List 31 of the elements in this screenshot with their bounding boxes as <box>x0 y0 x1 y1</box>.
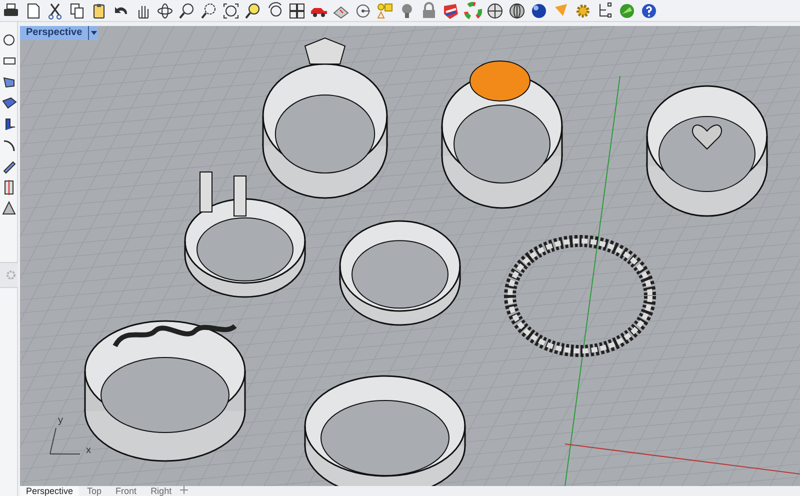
sphere-icon[interactable] <box>530 2 548 20</box>
copy-icon[interactable] <box>68 2 86 20</box>
sphere-icon[interactable] <box>508 2 526 20</box>
surface-icon[interactable] <box>0 95 16 111</box>
rotate-icon[interactable] <box>156 2 174 20</box>
grid-icon[interactable] <box>288 2 306 20</box>
add-tab-icon[interactable] <box>180 486 188 494</box>
zoom-icon[interactable] <box>244 2 262 20</box>
zoom-icon[interactable] <box>200 2 218 20</box>
axis-label: x <box>86 446 91 456</box>
sphere-icon[interactable] <box>486 2 504 20</box>
shapes-icon[interactable] <box>376 2 394 20</box>
snap-icon[interactable] <box>354 2 372 20</box>
help-icon[interactable] <box>640 2 658 20</box>
zoom-extents-icon[interactable] <box>222 2 240 20</box>
caret-icon <box>90 31 97 35</box>
gear-icon[interactable] <box>574 2 592 20</box>
viewport-menu-button[interactable] <box>88 26 98 40</box>
zoom-undo-icon[interactable] <box>266 2 284 20</box>
axis-label: y <box>58 416 63 426</box>
view-tab[interactable]: Right <box>144 486 178 496</box>
material-icon[interactable] <box>442 2 460 20</box>
circle-icon[interactable] <box>0 32 16 48</box>
lock-icon[interactable] <box>420 2 438 20</box>
scissors-icon[interactable] <box>46 2 64 20</box>
viewport[interactable]: Perspective x y <box>20 26 800 486</box>
view-tab[interactable]: Perspective <box>20 486 80 496</box>
view-tab[interactable]: Top <box>81 486 108 496</box>
view-tab[interactable]: Front <box>110 486 143 496</box>
zoom-icon[interactable] <box>178 2 196 20</box>
cone-icon[interactable] <box>0 200 16 216</box>
